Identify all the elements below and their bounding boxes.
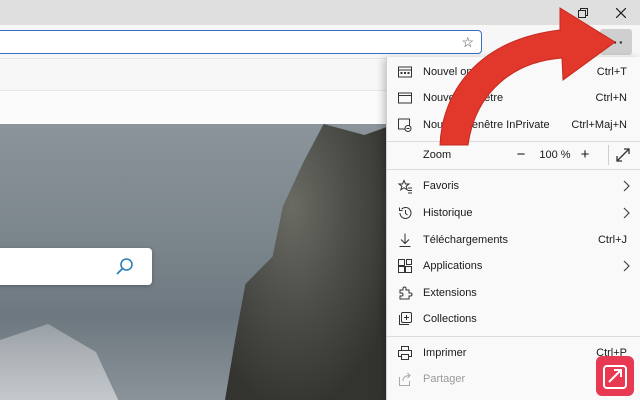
share-icon bbox=[399, 372, 411, 386]
menu-separator bbox=[387, 169, 640, 170]
menu-item-favorites[interactable]: Favoris bbox=[387, 173, 640, 199]
collections-icon bbox=[399, 312, 412, 325]
menu-item-label: Extensions bbox=[423, 287, 477, 299]
menu-item-shortcut: Ctrl+J bbox=[597, 234, 627, 246]
star-icon[interactable]: ☆ bbox=[461, 34, 474, 51]
menu-item-new-window[interactable]: Nouvelle fenêtre Ctrl+N bbox=[387, 85, 640, 111]
menu-item-shortcut: Ctrl+N bbox=[595, 92, 627, 104]
close-button[interactable] bbox=[602, 0, 640, 25]
new-tab-icon bbox=[398, 66, 412, 78]
inprivate-icon bbox=[398, 118, 412, 132]
download-icon bbox=[399, 233, 411, 247]
chevron-right-icon bbox=[623, 260, 630, 272]
background-cliff bbox=[225, 124, 395, 400]
apps-icon bbox=[398, 259, 412, 273]
menu-item-label: Nouvelle fenêtre InPrivate bbox=[423, 119, 550, 131]
logo-icon bbox=[603, 365, 627, 389]
zoom-divider bbox=[608, 145, 609, 165]
background-rocks bbox=[0, 324, 120, 400]
menu-item-label: Téléchargements bbox=[423, 234, 508, 246]
menu-item-applications[interactable]: Applications bbox=[387, 253, 640, 279]
chevron-right-icon bbox=[623, 207, 630, 219]
zoom-row: Zoom − 100 % + bbox=[387, 142, 640, 168]
chevron-right-icon bbox=[623, 180, 630, 192]
search-icon[interactable] bbox=[116, 257, 134, 275]
menu-item-label: Nouvel onglet bbox=[423, 66, 491, 78]
menu-item-new-inprivate-window[interactable]: Nouvelle fenêtre InPrivate Ctrl+Maj+N bbox=[387, 112, 640, 138]
history-icon bbox=[399, 207, 412, 219]
watermark-logo bbox=[596, 356, 634, 396]
zoom-level: 100 % bbox=[539, 149, 571, 161]
favorites-icon bbox=[397, 179, 412, 194]
web-search-box[interactable] bbox=[0, 248, 152, 285]
menu-item-extensions[interactable]: Extensions bbox=[387, 280, 640, 306]
menu-separator bbox=[387, 336, 640, 337]
extensions-icon bbox=[399, 286, 413, 300]
menu-item-collections[interactable]: Collections bbox=[387, 306, 640, 332]
zoom-label: Zoom bbox=[423, 149, 452, 161]
browser-toolbar: ☆ ··· bbox=[0, 25, 640, 59]
window-icon bbox=[398, 92, 412, 104]
menu-item-label: Nouvelle fenêtre bbox=[423, 92, 504, 104]
menu-item-downloads[interactable]: Téléchargements Ctrl+J bbox=[387, 227, 640, 253]
menu-item-shortcut: Ctrl+Maj+N bbox=[571, 119, 627, 131]
fullscreen-icon[interactable] bbox=[615, 147, 631, 163]
title-bar bbox=[0, 0, 640, 25]
menu-item-shortcut: Ctrl+T bbox=[596, 66, 627, 78]
menu-item-label: Favoris bbox=[423, 180, 460, 192]
address-bar[interactable]: ☆ bbox=[0, 30, 482, 54]
menu-item-history[interactable]: Historique bbox=[387, 200, 640, 226]
print-icon bbox=[398, 346, 412, 360]
menu-item-label: Collections bbox=[423, 313, 477, 325]
zoom-in-button[interactable]: + bbox=[575, 145, 595, 165]
zoom-out-button[interactable]: − bbox=[511, 145, 531, 165]
close-icon bbox=[616, 7, 626, 18]
menu-item-label: Historique bbox=[423, 207, 473, 219]
menu-item-new-tab[interactable]: Nouvel onglet Ctrl+T bbox=[387, 59, 640, 85]
restore-icon bbox=[578, 7, 588, 18]
menu-item-label: Applications bbox=[423, 260, 483, 272]
settings-menu: Nouvel onglet Ctrl+T Nouvelle fenêtre Ct… bbox=[386, 57, 640, 400]
menu-item-label: Partager bbox=[423, 373, 466, 385]
settings-and-more-button[interactable]: ··· bbox=[600, 29, 632, 55]
restore-button[interactable] bbox=[564, 0, 602, 25]
menu-item-label: Imprimer bbox=[423, 347, 467, 359]
